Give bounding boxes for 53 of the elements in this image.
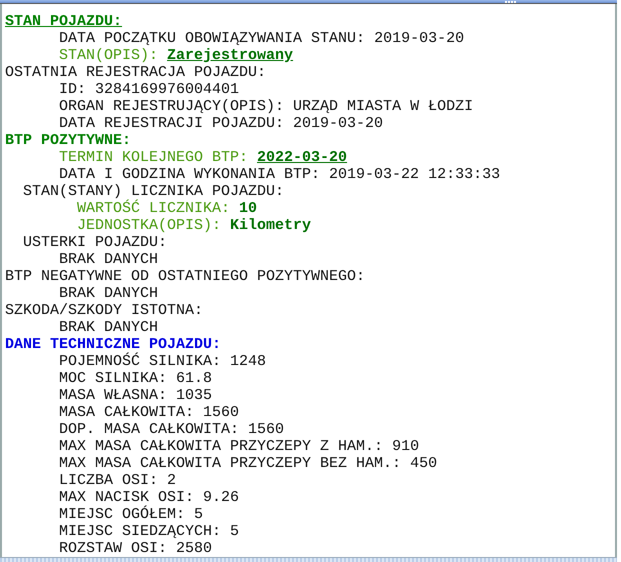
field-label: MAX NACISK OSI:: [59, 489, 194, 506]
field-value: 3284169976004401: [95, 81, 240, 98]
field-label: JEDNOSTKA(OPIS):: [77, 217, 222, 234]
field-value: 1248: [230, 353, 266, 370]
field-label: MOC SILNIKA:: [59, 370, 168, 388]
field-value: 5: [230, 523, 240, 540]
section-heading: BTP POZYTYWNE:: [5, 132, 132, 150]
field-value: URZĄD MIASTA W ŁODZI: [293, 98, 474, 116]
field-label: DATA POCZĄTKU OBOWIĄZYWANIA STANU:: [59, 30, 366, 48]
field-label: MAX MASA CAŁKOWITA PRZYCZEPY BEZ HAM.:: [59, 455, 402, 472]
field-label: BRAK DANYCH: [59, 319, 158, 336]
field-value: 5: [194, 506, 204, 524]
field-value: 910: [392, 438, 420, 456]
field-label: MASA CAŁKOWITA:: [59, 404, 194, 422]
field-value: 1035: [176, 387, 212, 404]
field-value: 2019-03-20: [374, 30, 464, 48]
field-value: 2580: [176, 540, 212, 558]
field-label: TERMIN KOLEJNEGO BTP:: [59, 149, 248, 166]
field-label: DATA REJESTRACJI POJAZDU:: [59, 115, 284, 132]
field-label: SZKODA/SZKODY ISTOTNA:: [5, 302, 204, 320]
field-label: STAN(STANY) LICZNIKA POJAZDU:: [23, 183, 284, 200]
field-label: MAX MASA CAŁKOWITA PRZYCZEPY Z HAM.:: [59, 438, 384, 456]
section-heading: DANE TECHNICZNE POJAZDU:: [5, 336, 222, 354]
field-value: 10: [239, 200, 258, 218]
value-link[interactable]: 2022-03-20: [257, 149, 348, 166]
field-label: MIEJSC SIEDZĄCYCH:: [59, 523, 222, 540]
field-label: ROZSTAW OSI:: [59, 540, 168, 558]
field-value: 1560: [203, 404, 240, 422]
field-label: BRAK DANYCH: [59, 251, 158, 268]
field-value: 2019-03-20: [293, 115, 384, 132]
field-value: 450: [410, 455, 438, 472]
field-label: OSTATNIA REJESTRACJA POJAZDU:: [5, 64, 266, 82]
field-label: USTERKI POJAZDU:: [23, 234, 168, 252]
section-heading: STAN POJAZDU:: [5, 13, 122, 30]
field-label: LICZBA OSI:: [59, 472, 158, 490]
field-label: ORGAN REJESTRUJĄCY(OPIS):: [59, 98, 284, 116]
field-label: POJEMNOŚĆ SILNIKA:: [59, 353, 222, 370]
field-value: Kilometry: [230, 217, 312, 234]
field-label: BTP NEGATYWNE OD OSTATNIEGO POZYTYWNEGO:: [5, 268, 366, 286]
field-label: DATA I GODZINA WYKONANIA BTP:: [59, 166, 320, 184]
field-label: WARTOŚĆ LICZNIKA:: [77, 200, 230, 218]
value-link[interactable]: Zarejestrowany: [167, 47, 294, 64]
field-label: DOP. MASA CAŁKOWITA:: [59, 421, 240, 438]
field-value: 1560: [248, 421, 284, 438]
field-label: ID:: [59, 81, 86, 98]
field-label: STAN(OPIS):: [59, 47, 158, 64]
field-label: BRAK DANYCH: [59, 285, 158, 302]
field-value: 2: [167, 472, 176, 490]
field-value: 2019-03-22 12:33:33: [329, 166, 500, 184]
field-value: 61.8: [176, 370, 212, 388]
field-label: MASA WŁASNA:: [59, 387, 168, 404]
field-label: MIEJSC OGÓŁEM:: [59, 506, 186, 524]
field-value: 9.26: [203, 489, 240, 506]
